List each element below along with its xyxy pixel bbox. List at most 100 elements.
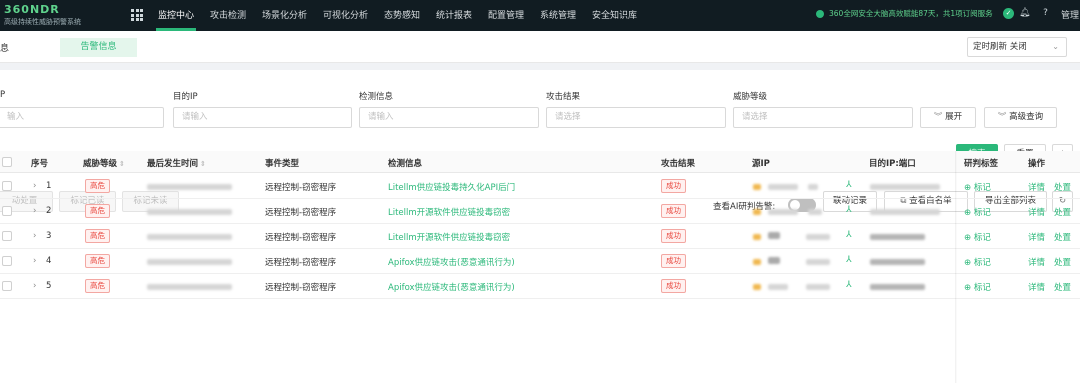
tag-action[interactable]: ⊕ 标记 bbox=[964, 181, 991, 193]
tag-action[interactable]: ⊕ 标记 bbox=[964, 206, 991, 218]
detail-action[interactable]: 详情 bbox=[1028, 181, 1045, 193]
detection-info-link[interactable]: Litellm开源软件供应链投毒窃密 bbox=[388, 206, 510, 218]
advanced-query-button[interactable]: ︾ 高级查询 bbox=[984, 107, 1057, 128]
chevron-right-icon[interactable]: › bbox=[33, 181, 36, 191]
row-index: 4 bbox=[46, 256, 52, 266]
nav-security-knowledge[interactable]: 安全知识库 bbox=[592, 8, 637, 21]
brand-subtitle: 高级持续性威胁预警系统 bbox=[4, 18, 81, 26]
col-actions: 操作 bbox=[1028, 159, 1046, 169]
detail-action[interactable]: 详情 bbox=[1028, 231, 1045, 243]
nav-config-management[interactable]: 配置管理 bbox=[488, 8, 524, 21]
redacted-source-ip-flag bbox=[753, 234, 761, 240]
detection-info-link[interactable]: Apifox供应链攻击(恶意通讯行为) bbox=[388, 281, 515, 293]
chevron-right-icon[interactable]: › bbox=[33, 256, 36, 266]
nav-scenario-analysis[interactable]: 场景化分析 bbox=[262, 8, 307, 21]
row-checkbox[interactable] bbox=[2, 206, 12, 216]
nav-attack-detection[interactable]: 攻击检测 bbox=[210, 8, 246, 21]
tag-action[interactable]: ⊕ 标记 bbox=[964, 231, 991, 243]
redacted-time bbox=[147, 259, 232, 265]
detection-info-link[interactable]: Litellm开源软件供应链投毒窃密 bbox=[388, 231, 510, 243]
table-row[interactable]: › 1 高危 远程控制-窃密程序 Litellm供应链投毒持久化API后门 成功… bbox=[0, 174, 1080, 199]
row-index: 3 bbox=[46, 231, 52, 241]
dest-ip-input[interactable]: 请输入 bbox=[173, 107, 352, 128]
attack-result-badge: 成功 bbox=[661, 254, 686, 268]
top-navigation-bar: 360NDR 高级持续性威胁预警系统 监控中心 攻击检测 场景化分析 可视化分析… bbox=[0, 0, 1080, 31]
redacted-dest-ip bbox=[870, 284, 925, 290]
nav-situation-awareness[interactable]: 态势感知 bbox=[384, 8, 420, 21]
detection-info-link[interactable]: Litellm供应链投毒持久化API后门 bbox=[388, 181, 515, 193]
tag-action[interactable]: ⊕ 标记 bbox=[964, 281, 991, 293]
dispose-action[interactable]: 处置 bbox=[1054, 256, 1071, 268]
network-icon[interactable]: ⅄ bbox=[846, 206, 855, 215]
filter-label-dest-ip: 目的IP bbox=[173, 92, 198, 102]
attack-result-badge: 成功 bbox=[661, 204, 686, 218]
redacted-source-ip bbox=[768, 257, 780, 264]
col-source-ip: 源IP bbox=[752, 159, 770, 169]
col-threat-level[interactable]: 威胁等级 ⇕ bbox=[83, 157, 125, 169]
table-row[interactable]: › 4 高危 远程控制-窃密程序 Apifox供应链攻击(恶意通讯行为) 成功 … bbox=[0, 249, 1080, 274]
service-notice[interactable]: 360全网安全大脑高效赋能87天，共1项订阅服务 bbox=[829, 8, 993, 19]
redacted-source-ip-extra bbox=[806, 259, 830, 265]
select-all-checkbox[interactable] bbox=[2, 157, 12, 167]
network-icon[interactable]: ⅄ bbox=[846, 231, 855, 240]
network-icon[interactable]: ⅄ bbox=[846, 256, 855, 265]
chevron-right-icon[interactable]: › bbox=[33, 281, 36, 291]
threat-level-badge: 高危 bbox=[85, 204, 110, 218]
attack-result-select[interactable]: 请选择 bbox=[546, 107, 726, 128]
dispose-action[interactable]: 处置 bbox=[1054, 281, 1071, 293]
auto-refresh-select[interactable]: 定时刷新 关闭 ⌄ bbox=[967, 37, 1067, 57]
apps-grid-icon[interactable] bbox=[131, 9, 143, 21]
chevron-right-icon[interactable]: › bbox=[33, 206, 36, 216]
expand-button[interactable]: ︾ 展开 bbox=[920, 107, 976, 128]
tag-action[interactable]: ⊕ 标记 bbox=[964, 256, 991, 268]
attack-result-badge: 成功 bbox=[661, 179, 686, 193]
user-avatar-icon[interactable]: ✓ bbox=[1003, 8, 1014, 19]
nav-visual-analysis[interactable]: 可视化分析 bbox=[323, 8, 368, 21]
attack-result-badge: 成功 bbox=[661, 279, 686, 293]
col-last-time[interactable]: 最后发生时间 ⇕ bbox=[147, 157, 206, 169]
filter-label-source-ip: P bbox=[0, 90, 6, 100]
redacted-time bbox=[147, 209, 232, 215]
tab-alert-info[interactable]: 告警信息 bbox=[60, 38, 137, 57]
chevron-right-icon[interactable]: › bbox=[33, 231, 36, 241]
network-icon[interactable]: ⅄ bbox=[846, 181, 855, 190]
detection-info-link[interactable]: Apifox供应链攻击(恶意通讯行为) bbox=[388, 256, 515, 268]
threat-level-select[interactable]: 请选择 bbox=[733, 107, 913, 128]
tab-previous[interactable]: 息 bbox=[0, 41, 9, 54]
event-type: 远程控制-窃密程序 bbox=[265, 183, 337, 193]
dispose-action[interactable]: 处置 bbox=[1054, 206, 1071, 218]
network-icon[interactable]: ⅄ bbox=[846, 281, 855, 290]
help-icon[interactable]: ? bbox=[1040, 8, 1051, 19]
redacted-source-ip-extra bbox=[808, 209, 822, 215]
app-logo[interactable]: 360NDR 高级持续性威胁预警系统 bbox=[4, 3, 122, 28]
detail-action[interactable]: 详情 bbox=[1028, 281, 1045, 293]
detail-action[interactable]: 详情 bbox=[1028, 256, 1045, 268]
nav-statistics-report[interactable]: 统计报表 bbox=[436, 8, 472, 21]
row-checkbox[interactable] bbox=[2, 181, 12, 191]
table-row[interactable]: › 5 高危 远程控制-窃密程序 Apifox供应链攻击(恶意通讯行为) 成功 … bbox=[0, 274, 1080, 299]
threat-level-badge: 高危 bbox=[85, 179, 110, 193]
detection-info-input[interactable]: 请输入 bbox=[359, 107, 539, 128]
table-row[interactable]: › 3 高危 远程控制-窃密程序 Litellm开源软件供应链投毒窃密 成功 ⅄… bbox=[0, 224, 1080, 249]
bell-icon[interactable]: 🔔︎ bbox=[1019, 8, 1030, 19]
nav-system-management[interactable]: 系统管理 bbox=[540, 8, 576, 21]
redacted-source-ip-flag bbox=[753, 209, 761, 215]
row-checkbox[interactable] bbox=[2, 256, 12, 266]
redacted-time bbox=[147, 184, 232, 190]
source-ip-input[interactable]: 输入 bbox=[0, 107, 164, 128]
detail-action[interactable]: 详情 bbox=[1028, 206, 1045, 218]
user-menu[interactable]: 管理 bbox=[1061, 8, 1079, 21]
double-chevron-down-icon: ︾ bbox=[997, 112, 1007, 122]
col-dest-ip-port: 目的IP:端口 bbox=[869, 159, 916, 169]
row-index: 5 bbox=[46, 281, 52, 291]
event-type: 远程控制-窃密程序 bbox=[265, 283, 337, 293]
nav-monitor-center[interactable]: 监控中心 bbox=[158, 8, 194, 21]
table-row[interactable]: › 2 高危 远程控制-窃密程序 Litellm开源软件供应链投毒窃密 成功 ⅄… bbox=[0, 199, 1080, 224]
redacted-source-ip bbox=[768, 284, 788, 290]
filter-label-detection: 检测信息 bbox=[359, 92, 394, 102]
dispose-action[interactable]: 处置 bbox=[1054, 181, 1071, 193]
row-checkbox[interactable] bbox=[2, 231, 12, 241]
row-checkbox[interactable] bbox=[2, 281, 12, 291]
redacted-time bbox=[147, 284, 232, 290]
dispose-action[interactable]: 处置 bbox=[1054, 231, 1071, 243]
